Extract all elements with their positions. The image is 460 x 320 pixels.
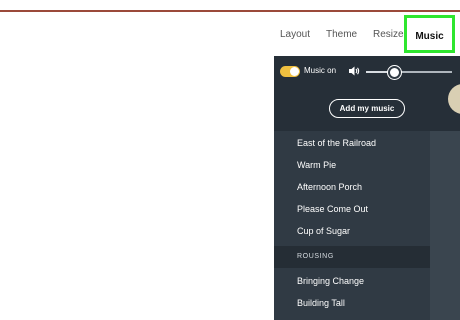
track-item[interactable]: East of the Railroad xyxy=(297,138,376,148)
music-toggle[interactable] xyxy=(280,66,300,77)
toggle-knob xyxy=(290,67,299,76)
track-item[interactable]: Cup of Sugar xyxy=(297,226,350,236)
section-header-rousing: ROUSING xyxy=(274,246,430,268)
music-panel: Music on Add my music East of the Railro… xyxy=(274,56,460,320)
top-divider xyxy=(0,10,460,12)
music-on-label: Music on xyxy=(304,66,337,75)
music-controls: Music on Add my music xyxy=(274,56,460,131)
track-item[interactable]: Building Tall xyxy=(297,298,345,308)
track-item[interactable]: Bringing Change xyxy=(297,276,364,286)
tab-resize[interactable]: Resize xyxy=(373,22,404,48)
tab-theme[interactable]: Theme xyxy=(326,22,357,48)
track-list-scrollbar[interactable] xyxy=(430,131,460,320)
volume-slider-thumb[interactable] xyxy=(388,66,401,79)
tab-music[interactable]: Music xyxy=(404,15,455,53)
add-my-music-button[interactable]: Add my music xyxy=(329,99,405,118)
track-item[interactable]: Warm Pie xyxy=(297,160,336,170)
section-label: ROUSING xyxy=(297,253,334,260)
volume-slider[interactable] xyxy=(366,66,452,79)
tab-layout[interactable]: Layout xyxy=(280,22,310,48)
track-item[interactable]: Please Come Out xyxy=(297,204,368,214)
speaker-icon[interactable] xyxy=(348,65,360,77)
track-item[interactable]: Afternoon Porch xyxy=(297,182,362,192)
